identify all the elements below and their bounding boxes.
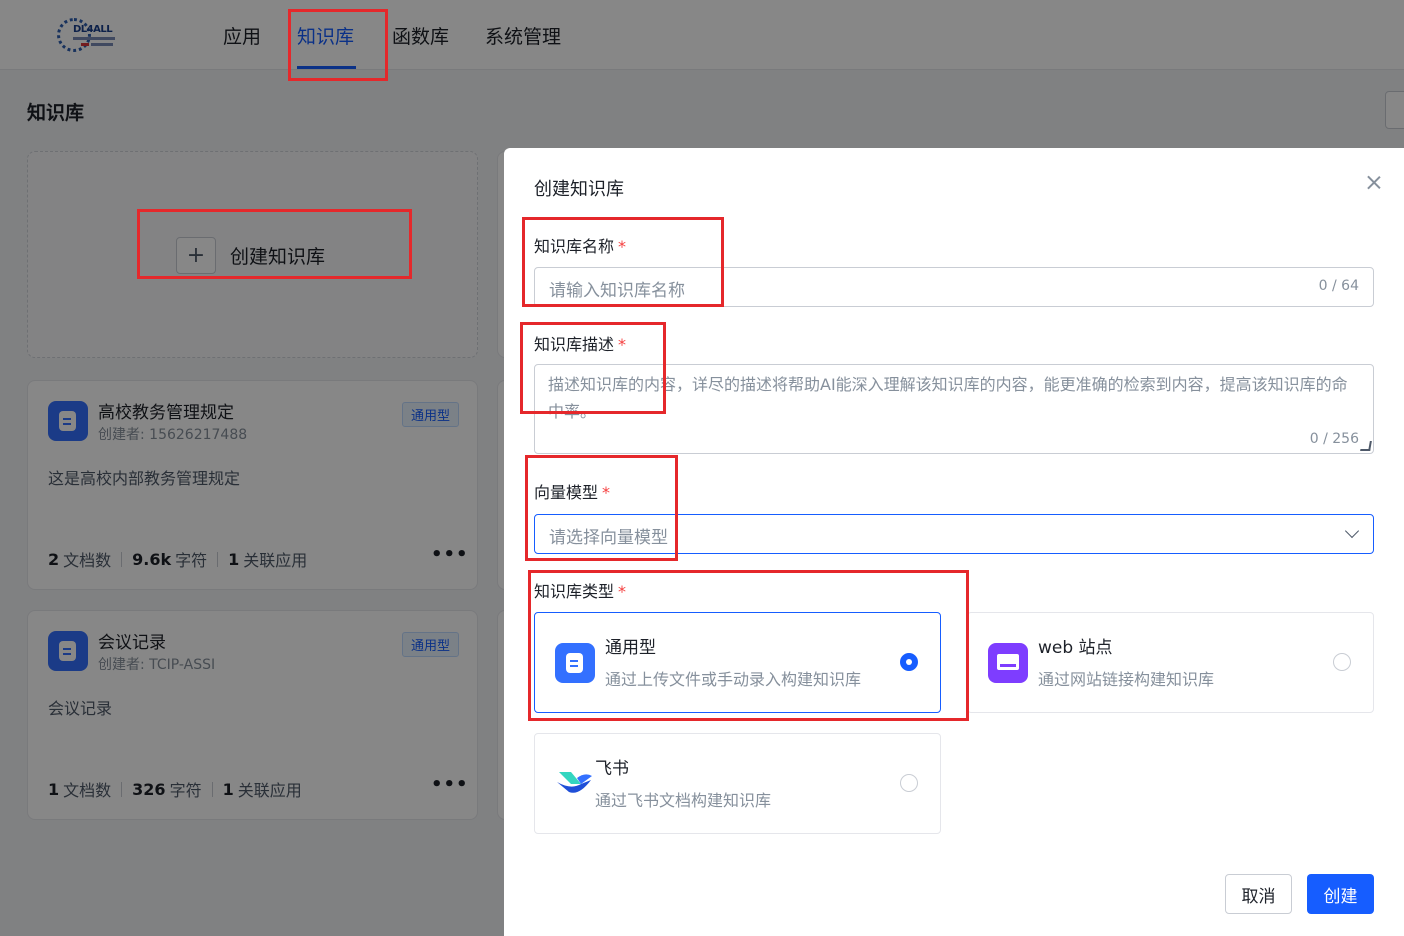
required-mark: * — [618, 237, 627, 256]
radio-unselected[interactable] — [1333, 653, 1351, 671]
knowledge-base-description-textarea[interactable]: 描述知识库的内容，详尽的描述将帮助AI能深入理解该知识库的内容，能更准确的检索到… — [534, 364, 1374, 454]
close-icon[interactable] — [1366, 173, 1382, 191]
document-icon — [555, 643, 595, 683]
type-option-description: 通过飞书文档构建知识库 — [595, 791, 772, 810]
type-option-general[interactable]: 通用型 通过上传文件或手动录入构建知识库 — [534, 612, 941, 713]
cancel-button[interactable]: 取消 — [1225, 874, 1292, 914]
embedding-model-label-text: 向量模型 — [534, 483, 599, 502]
type-field-label: 知识库类型 * — [534, 578, 626, 602]
drawer-title: 创建知识库 — [534, 179, 624, 200]
type-option-title: web 站点 — [1038, 638, 1113, 658]
type-option-web-site[interactable]: web 站点 通过网站链接构建知识库 — [967, 612, 1374, 713]
required-mark: * — [602, 483, 611, 502]
chevron-down-icon — [1344, 523, 1360, 539]
name-input-placeholder: 请输入知识库名称 — [549, 281, 685, 301]
embedding-model-placeholder: 请选择向量模型 — [549, 528, 668, 548]
radio-unselected[interactable] — [900, 774, 918, 792]
name-field-label: 知识库名称 * — [534, 233, 626, 257]
description-placeholder: 描述知识库的内容，详尽的描述将帮助AI能深入理解该知识库的内容，能更准确的检索到… — [548, 375, 1348, 421]
web-icon — [988, 643, 1028, 683]
description-field-label: 知识库描述 * — [534, 331, 626, 355]
create-knowledge-base-drawer: 创建知识库 知识库名称 * 请输入知识库名称 0 / 64 知识库描述 * 描述知识… — [504, 148, 1404, 936]
type-option-feishu[interactable]: 飞书 通过飞书文档构建知识库 — [534, 733, 941, 834]
embedding-model-select[interactable]: 请选择向量模型 — [534, 514, 1374, 554]
feishu-icon — [557, 768, 597, 808]
description-char-counter: 0 / 256 — [1309, 431, 1359, 447]
required-mark: * — [618, 335, 627, 354]
type-option-title: 飞书 — [595, 759, 629, 779]
embedding-model-field-label: 向量模型 * — [534, 479, 610, 503]
name-char-counter: 0 / 64 — [1318, 278, 1359, 294]
name-label-text: 知识库名称 — [534, 237, 615, 256]
knowledge-base-name-input[interactable]: 请输入知识库名称 0 / 64 — [534, 267, 1374, 307]
description-label-text: 知识库描述 — [534, 335, 615, 354]
resize-handle-icon[interactable] — [1360, 441, 1372, 451]
type-option-title: 通用型 — [605, 638, 656, 658]
type-option-description: 通过上传文件或手动录入构建知识库 — [605, 670, 862, 689]
type-option-description: 通过网站链接构建知识库 — [1038, 670, 1215, 689]
create-button[interactable]: 创建 — [1307, 874, 1374, 914]
type-label-text: 知识库类型 — [534, 582, 615, 601]
radio-selected[interactable] — [900, 653, 918, 671]
required-mark: * — [618, 582, 627, 601]
